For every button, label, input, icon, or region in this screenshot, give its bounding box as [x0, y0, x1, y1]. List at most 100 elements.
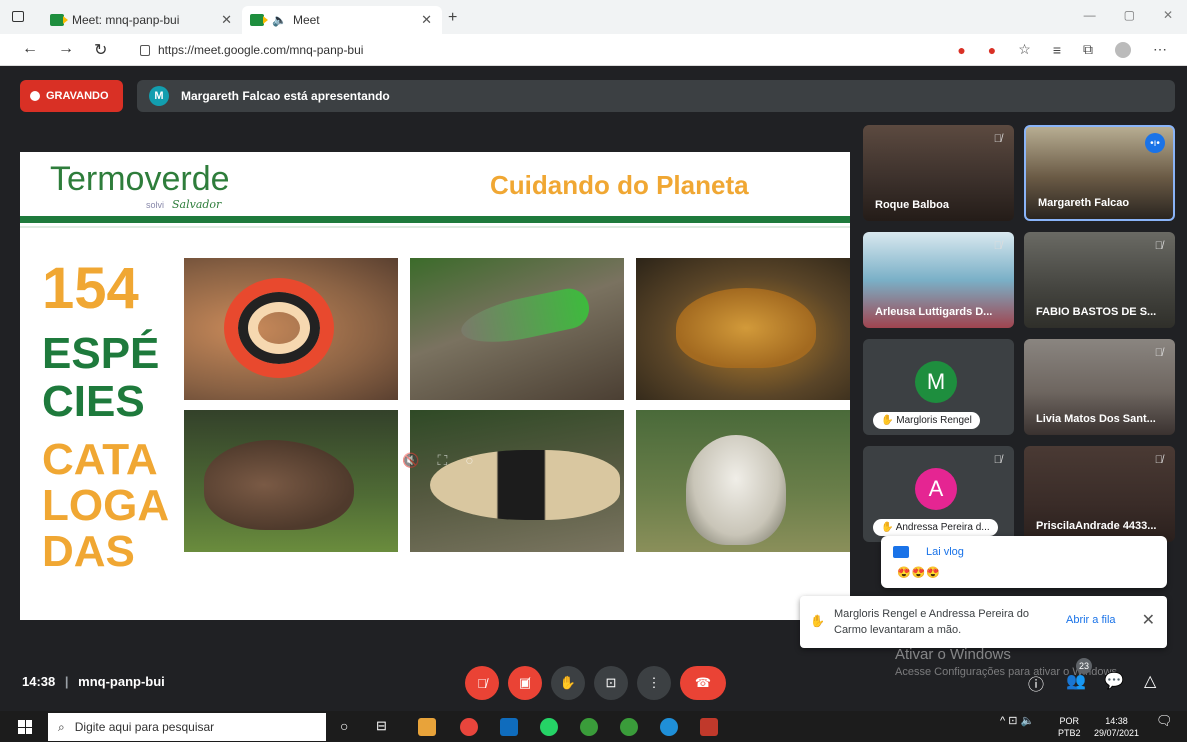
slide-word-espe: ESPÉ	[42, 329, 160, 378]
favorites-list-icon[interactable]: ≡	[1053, 42, 1061, 58]
fullscreen-icon[interactable]: ⛶	[437, 452, 447, 469]
participant-tile[interactable]: 🎙̸ FABIO BASTOS DE S...	[1024, 232, 1175, 328]
mic-blocked-icon[interactable]: ●	[988, 42, 996, 58]
slide-divider	[20, 216, 850, 223]
termoverde-logo: Termoverde solvi Salvador	[50, 160, 230, 211]
speaking-indicator-icon: •ı•	[1145, 133, 1165, 153]
cortana-icon[interactable]: ○	[340, 718, 358, 736]
present-button[interactable]: ⊡	[594, 666, 628, 700]
input-language[interactable]: POR PTB2	[1058, 715, 1081, 739]
whatsapp-icon[interactable]	[540, 718, 558, 736]
participant-tile[interactable]: 🎙̸ PriscilaAndrade 4433...	[1024, 446, 1175, 542]
presentation-hover-controls: 🔇 ⛶ ○	[402, 452, 474, 469]
forward-button[interactable]: →	[58, 40, 74, 58]
hand-raised-pill: ✋ Andressa Pereira d...	[873, 519, 998, 536]
qlik-icon-2[interactable]	[620, 718, 638, 736]
taskbar-clock[interactable]: 14:38 29/07/2021	[1094, 715, 1139, 739]
agouti-photo	[184, 410, 398, 552]
windows-taskbar: ⌕ Digite aqui para pesquisar ○ ⊟ ^ ⊡ 🔈 P…	[0, 711, 1187, 742]
mic-off-icon: 🎙̸	[1154, 454, 1163, 466]
tab-meet[interactable]: 🔈 Meet ✕	[242, 6, 442, 34]
participant-tile[interactable]: M ✋ Margloris Rengel	[863, 339, 1014, 435]
tray-icons[interactable]: ^ ⊡ 🔈	[1000, 715, 1034, 727]
collections-icon[interactable]: ⧉	[1083, 41, 1093, 58]
more-options-button[interactable]: ⋮	[637, 666, 671, 700]
participant-name: Roque Balboa	[875, 199, 949, 211]
meet-favicon-icon	[50, 14, 68, 26]
browser-toolbar: ● ● ☆ ≡ ⧉ ⋯	[957, 41, 1167, 58]
close-window-button[interactable]: ✕	[1163, 8, 1173, 22]
favorite-star-icon[interactable]: ☆	[1018, 41, 1031, 58]
back-button[interactable]: ←	[22, 40, 38, 58]
leave-call-button[interactable]: ☎	[680, 666, 726, 700]
recording-label: GRAVANDO	[46, 90, 109, 102]
participant-name: Andressa Pereira d...	[895, 522, 990, 533]
camera-blocked-icon[interactable]: ●	[957, 42, 965, 58]
edge-icon[interactable]	[660, 718, 678, 736]
close-notification-icon[interactable]: ✕	[1142, 610, 1155, 630]
raise-hand-button[interactable]: ✋	[551, 666, 585, 700]
participant-tile[interactable]: 🎙̸ Livia Matos Dos Sant...	[1024, 339, 1175, 435]
reload-button[interactable]: ↻	[94, 40, 107, 60]
tab-bar: Meet: mnq-panp-bui ✕ 🔈 Meet ✕ + — ▢ ✕	[0, 0, 1187, 34]
mic-off-icon: 🎙̸	[993, 240, 1002, 252]
participant-tile[interactable]: •ı• Margareth Falcao	[1024, 125, 1175, 221]
outlook-icon[interactable]	[500, 718, 518, 736]
chat-message-popup[interactable]: Lai vlog 😍😍😍	[881, 536, 1167, 588]
file-explorer-icon[interactable]	[418, 718, 436, 736]
recording-dot-icon	[30, 91, 40, 101]
minimize-button[interactable]: —	[1084, 8, 1096, 22]
url-field[interactable]: https://meet.google.com/mnq-panp-bui	[140, 43, 363, 57]
qlik-icon[interactable]	[580, 718, 598, 736]
tab-actions-icon[interactable]	[12, 11, 24, 22]
search-placeholder: Digite aqui para pesquisar	[74, 720, 215, 734]
slide-word-cata: CATA	[42, 435, 158, 484]
recording-badge[interactable]: GRAVANDO	[20, 80, 123, 112]
presenting-text: Margareth Falcao está apresentando	[181, 89, 390, 103]
participant-avatar: M	[915, 361, 957, 403]
app-icon[interactable]	[700, 718, 718, 736]
hand-icon: ✋	[810, 614, 825, 628]
activities-icon[interactable]: △	[1144, 671, 1156, 691]
task-view-icon[interactable]: ⊟	[376, 718, 394, 736]
more-menu-icon[interactable]: ⋯	[1153, 41, 1167, 58]
chrome-icon[interactable]	[460, 718, 478, 736]
windows-start-icon[interactable]	[18, 720, 32, 734]
pin-icon[interactable]: ○	[465, 452, 473, 469]
new-tab-button[interactable]: +	[448, 9, 457, 27]
slide-word-loga: LOGA	[42, 481, 170, 530]
coral-snake-photo	[184, 258, 398, 400]
mute-icon[interactable]: 🔇	[402, 452, 419, 469]
notifications-icon[interactable]: 🗨	[1156, 714, 1173, 727]
slide-word-das: DAS	[42, 527, 135, 576]
maximize-button[interactable]: ▢	[1124, 8, 1135, 22]
participant-tile[interactable]: 🎙̸ Roque Balboa	[863, 125, 1014, 221]
anteater-photo	[410, 410, 624, 552]
chat-sender: Lai vlog	[926, 546, 964, 558]
address-bar: ← → ↻ https://meet.google.com/mnq-panp-b…	[0, 34, 1187, 66]
people-icon[interactable]: 👥	[1066, 671, 1086, 691]
taskbar-search-input[interactable]: ⌕ Digite aqui para pesquisar	[48, 713, 326, 741]
close-tab-icon[interactable]: ✕	[421, 12, 432, 28]
raised-hand-notification: ✋ Margloris Rengel e Andressa Pereira do…	[800, 596, 1167, 648]
meeting-info: 14:38 | mnq-panp-bui	[22, 674, 165, 689]
lock-icon	[140, 44, 150, 56]
slide-title: Cuidando do Planeta	[490, 170, 749, 200]
participant-avatar: A	[915, 468, 957, 510]
opossum-photo	[636, 410, 850, 552]
open-queue-button[interactable]: Abrir a fila	[1066, 614, 1116, 626]
participant-tile[interactable]: 🎙̸ A ✋ Andressa Pereira d...	[863, 446, 1014, 542]
profile-avatar[interactable]	[1115, 41, 1131, 58]
activate-windows-title: Ativar o Windows	[895, 646, 1011, 663]
close-tab-icon[interactable]: ✕	[221, 12, 232, 28]
participant-name: Margareth Falcao	[1038, 197, 1130, 209]
taskbar-time: 14:38	[1105, 716, 1128, 726]
participant-tile[interactable]: 🎙̸ Arleusa Luttigards D...	[863, 232, 1014, 328]
mic-toggle-button[interactable]: 🎙̸	[465, 666, 499, 700]
chat-icon	[893, 546, 909, 558]
camera-toggle-button[interactable]: ▣̸	[508, 666, 542, 700]
speaker-icon[interactable]: 🔈	[272, 13, 287, 27]
tab-meet-code[interactable]: Meet: mnq-panp-bui ✕	[42, 6, 242, 34]
meeting-details-icon[interactable]: ⓘ	[1028, 671, 1044, 695]
chat-button-icon[interactable]: 💬	[1104, 671, 1124, 691]
